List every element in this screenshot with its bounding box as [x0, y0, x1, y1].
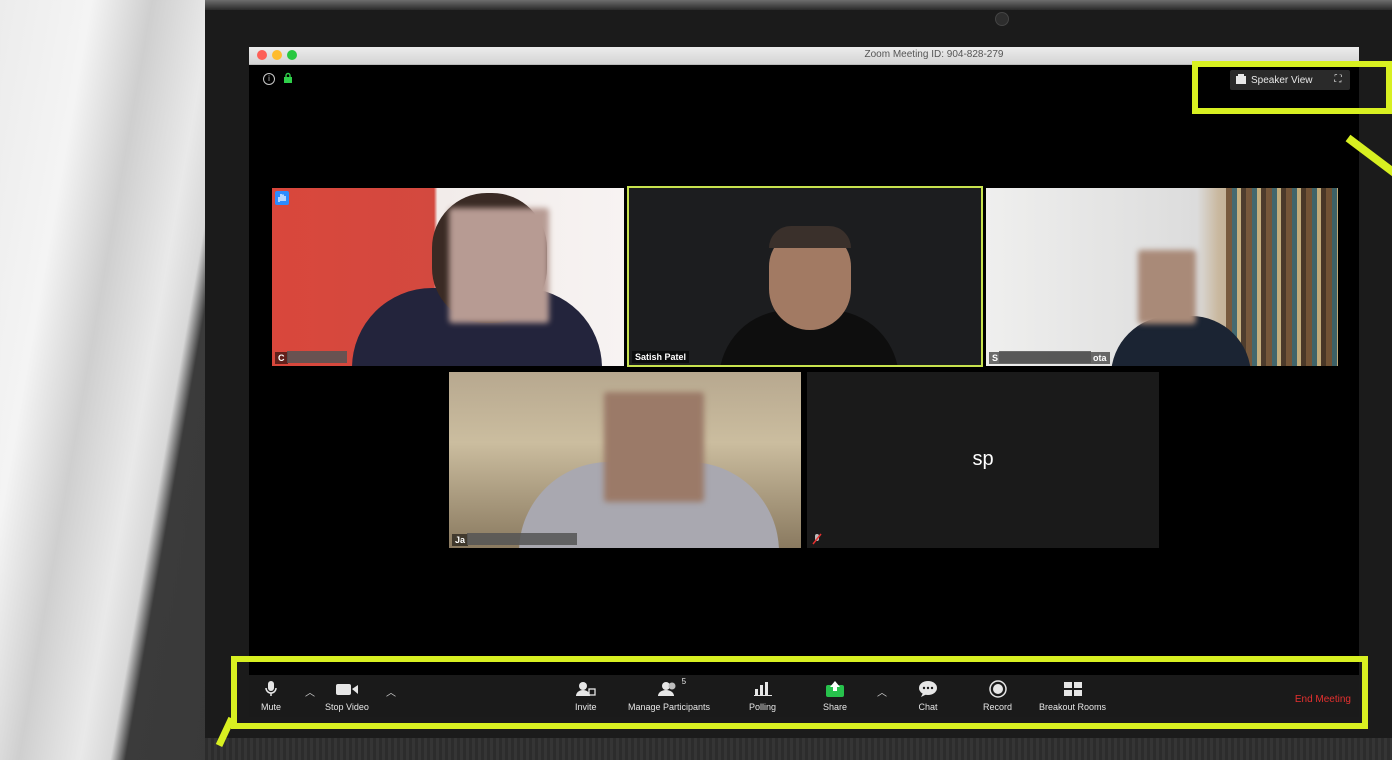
record-icon	[988, 679, 1007, 699]
blurred-face	[1138, 250, 1196, 324]
invite-label: Invite	[575, 702, 597, 712]
share-screen-icon	[825, 679, 845, 699]
mute-button[interactable]: Mute	[261, 679, 281, 712]
redacted-name	[287, 351, 347, 363]
video-tile-3[interactable]: S ota	[986, 188, 1338, 366]
share-options-chevron-up-icon[interactable]: ︿	[877, 684, 887, 699]
meeting-toolbar: Mute ︿ Stop Video ︿ Invite 5 Manage Part…	[249, 675, 1359, 717]
record-button[interactable]: Record	[983, 679, 1012, 712]
breakout-rooms-button[interactable]: Breakout Rooms	[1039, 679, 1106, 712]
audio-options-chevron-up-icon[interactable]: ︿	[305, 684, 315, 699]
breakout-rooms-icon	[1063, 679, 1083, 699]
laptop-lid-rim	[205, 0, 1392, 10]
participants-count: 5	[681, 677, 687, 686]
video-tile-2-active-speaker[interactable]: Satish Patel	[627, 186, 983, 367]
video-tile-1[interactable]: C	[272, 188, 624, 366]
speaker-view-label: Speaker View	[1251, 74, 1313, 86]
zoom-meeting-window: Zoom Meeting ID: 904-828-279 i Speaker V…	[249, 47, 1359, 717]
window-title: Zoom Meeting ID: 904-828-279	[864, 49, 1004, 60]
redacted-name	[999, 351, 1091, 363]
stop-video-label: Stop Video	[325, 702, 369, 712]
chat-button[interactable]: Chat	[918, 679, 938, 712]
title-bar: Zoom Meeting ID: 904-828-279	[249, 47, 1359, 65]
video-camera-icon	[335, 679, 359, 699]
blurred-face	[604, 392, 704, 502]
info-icon[interactable]: i	[263, 73, 275, 85]
chat-label: Chat	[918, 702, 938, 712]
polling-button[interactable]: Polling	[749, 679, 776, 712]
video-tile-5-camera-off[interactable]: sp	[807, 372, 1159, 548]
invite-button[interactable]: Invite	[575, 679, 597, 712]
participant-initials: sp	[972, 448, 994, 470]
speaker-view-button[interactable]: Speaker View	[1236, 70, 1313, 90]
share-label: Share	[823, 702, 848, 712]
participant-name: Satish Patel	[632, 351, 690, 363]
participants-icon: 5	[658, 677, 686, 699]
webcam	[995, 12, 1009, 26]
breakout-rooms-label: Breakout Rooms	[1039, 702, 1107, 712]
record-label: Record	[983, 702, 1013, 712]
invite-user-icon	[575, 679, 596, 699]
speaker-view-icon	[1236, 74, 1246, 84]
manage-participants-button[interactable]: 5 Manage Participants	[628, 677, 711, 712]
blurred-face	[449, 208, 549, 323]
participant-name: Ja	[452, 534, 469, 546]
chat-bubble-icon	[918, 679, 938, 699]
participant-name: C	[275, 352, 288, 364]
share-button[interactable]: Share	[823, 679, 847, 712]
bookshelf	[1226, 188, 1338, 366]
polling-label: Polling	[749, 702, 777, 712]
view-controls: Speaker View ⛶	[1230, 70, 1350, 90]
end-meeting-button[interactable]: End Meeting	[1295, 694, 1351, 705]
stop-video-button[interactable]: Stop Video	[325, 679, 369, 712]
video-tile-4[interactable]: Ja	[449, 372, 801, 548]
microphone-icon	[265, 679, 277, 699]
fullscreen-icon[interactable]: ⛶	[1332, 74, 1344, 86]
mute-label: Mute	[261, 702, 282, 712]
raised-hand-icon	[275, 191, 289, 205]
participant-hair	[769, 226, 851, 248]
manage-participants-label: Manage Participants	[628, 702, 711, 712]
lock-icon[interactable]	[282, 72, 294, 84]
muted-mic-icon	[812, 533, 822, 545]
redacted-name	[467, 533, 577, 545]
laptop-base	[205, 738, 1392, 760]
polling-chart-icon	[753, 679, 772, 699]
video-options-chevron-up-icon[interactable]: ︿	[386, 684, 396, 699]
